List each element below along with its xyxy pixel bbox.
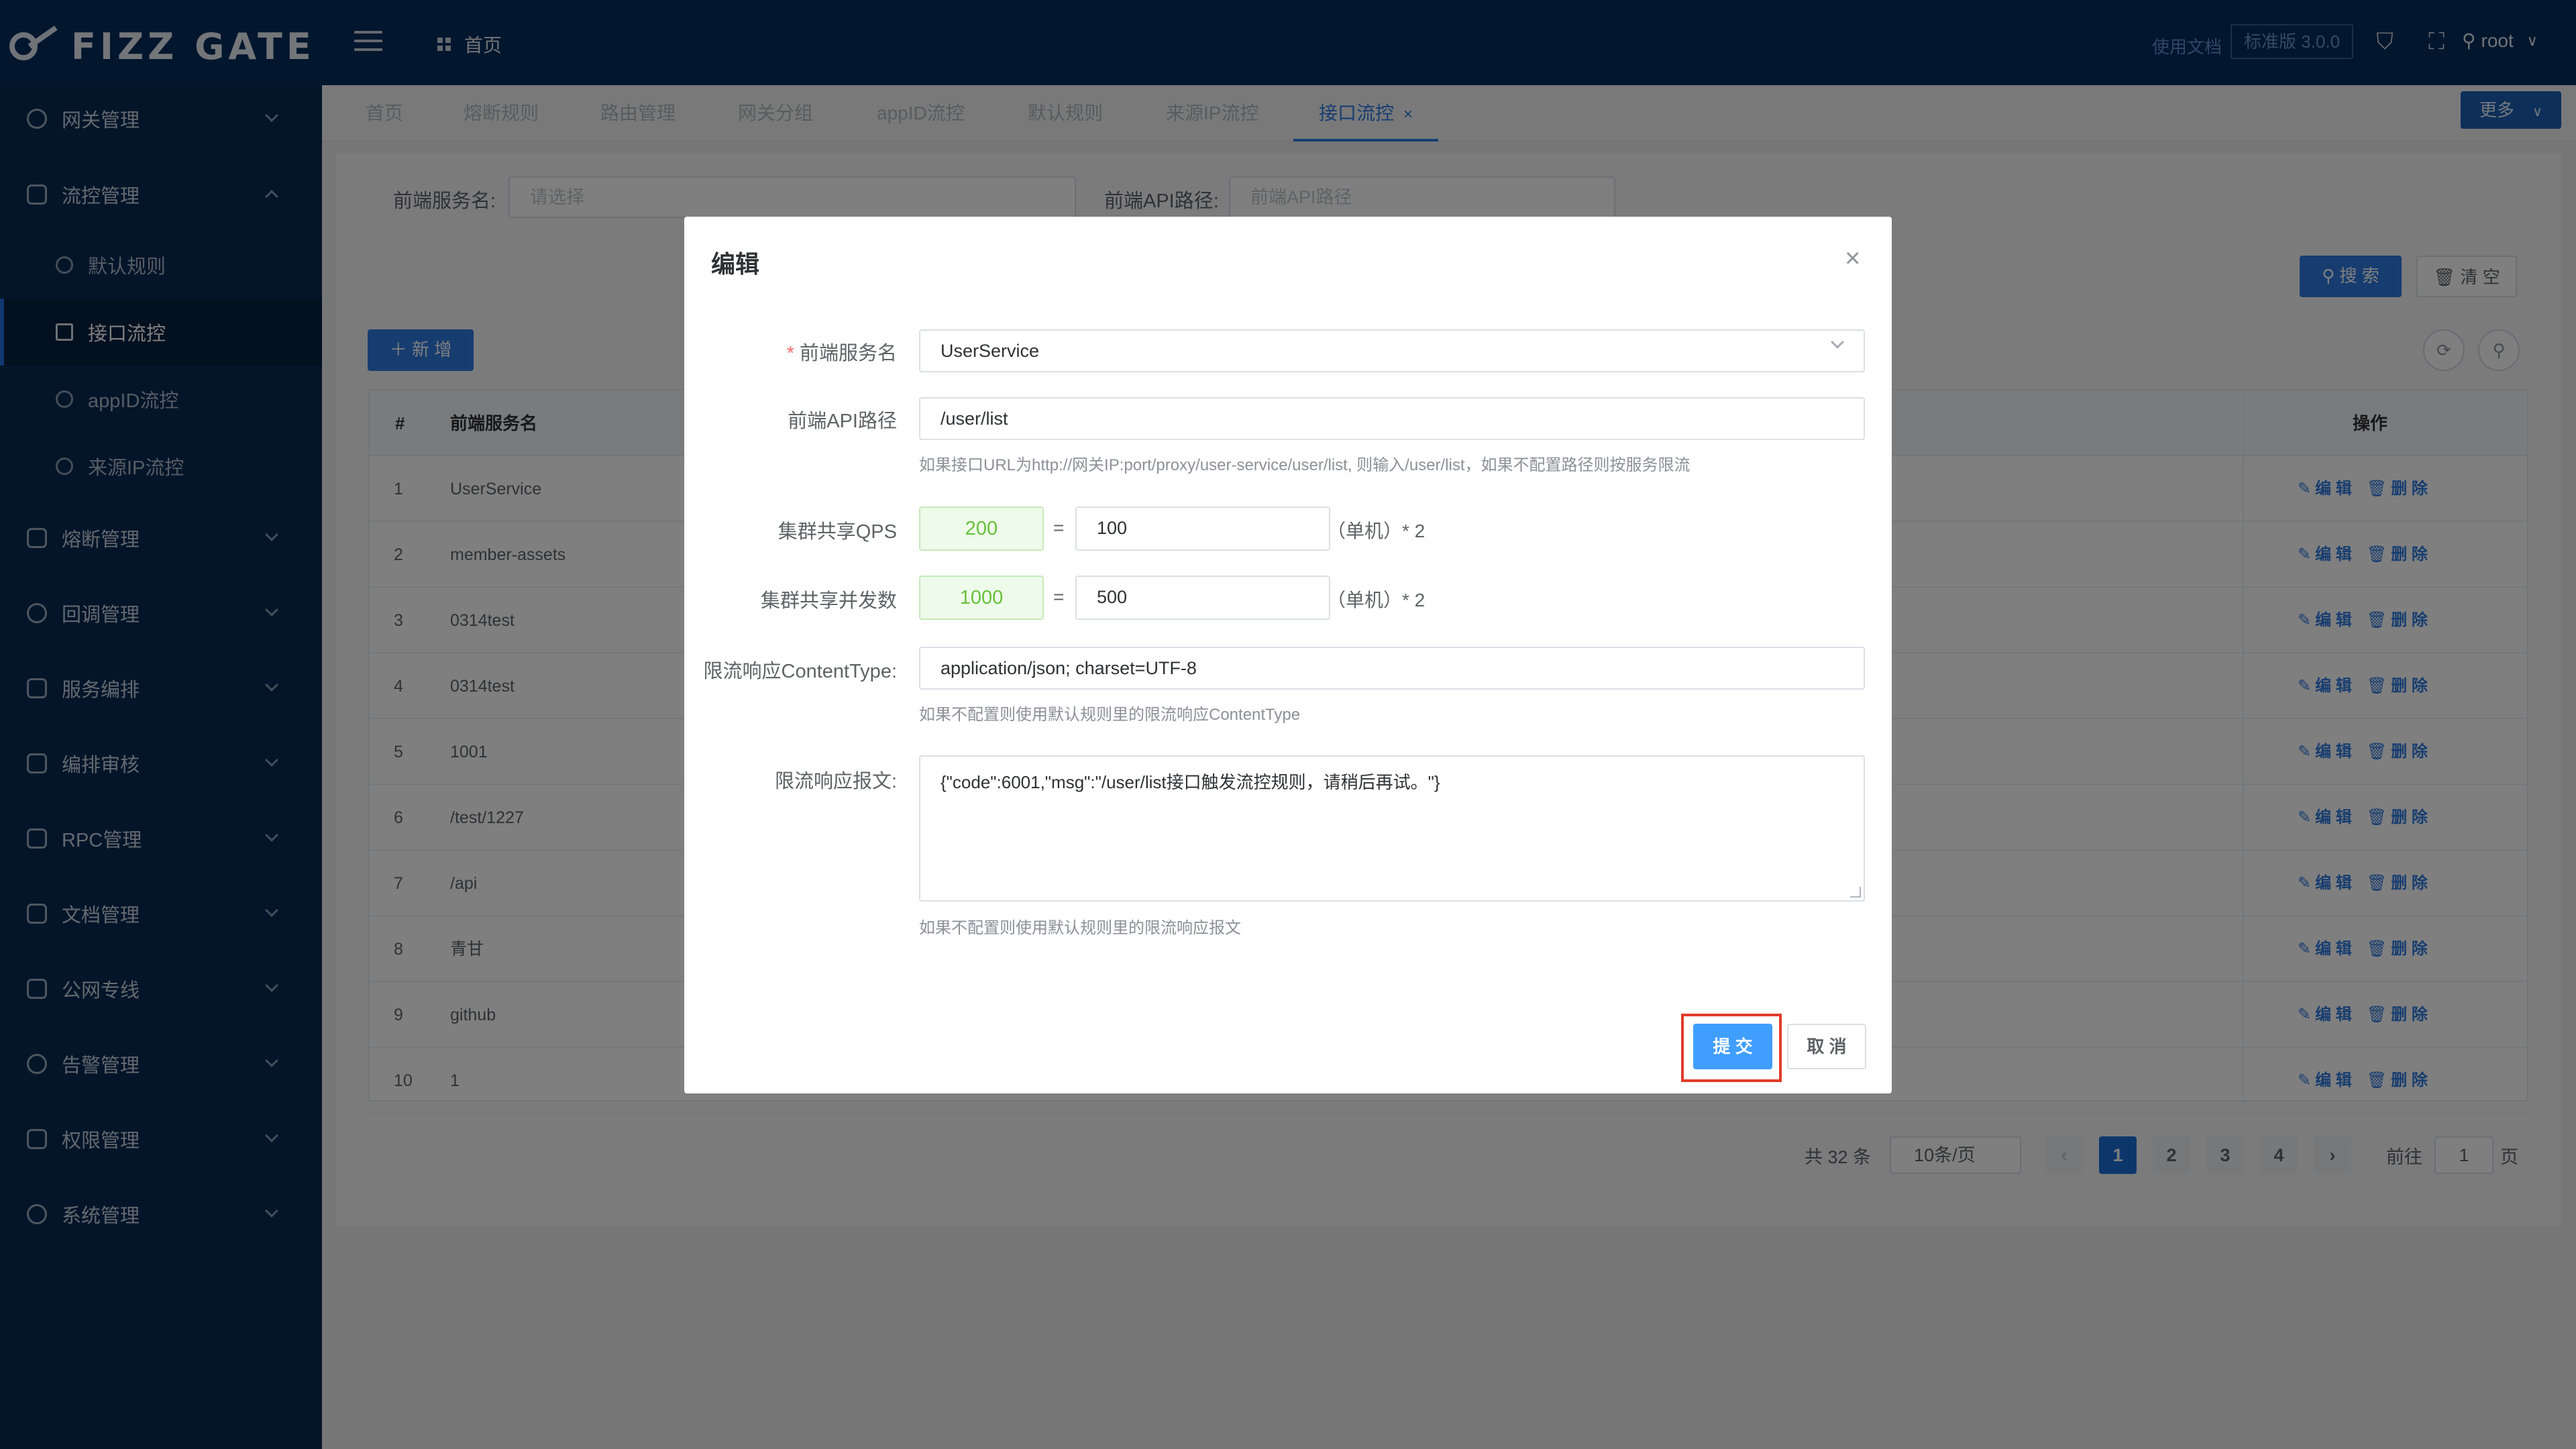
dialog-title: 编辑 [711,250,760,278]
qps-single-input[interactable]: 100 [1075,506,1330,551]
qps-total-value: 200 [919,506,1044,551]
concurrency-equals: = [1053,586,1065,607]
service-select[interactable]: UserService [919,329,1865,372]
close-icon[interactable]: × [1845,244,1860,274]
concurrency-label: 集群共享并发数 [760,590,897,612]
response-body-text: {"code":6001,"msg":"/user/list接口触发流控规则，请… [941,772,1440,792]
concurrency-single-input[interactable]: 500 [1075,576,1330,620]
edit-dialog: 编辑 × * 前端服务名 UserService 前端API路径 /user/li… [684,217,1892,1093]
response-body-textarea[interactable]: {"code":6001,"msg":"/user/list接口触发流控规则，请… [919,755,1865,902]
api-path-input[interactable]: /user/list [919,397,1865,440]
qps-equals: = [1053,517,1065,538]
response-body-label: 限流响应报文: [774,771,897,792]
api-path-hint: 如果接口URL为http://网关IP:port/proxy/user-serv… [919,456,1690,474]
qps-unit: （单机）* 2 [1327,521,1426,541]
concurrency-total-value: 1000 [919,576,1044,620]
response-body-hint: 如果不配置则使用默认规则里的限流响应报文 [919,919,1241,937]
submit-button[interactable]: 提 交 [1693,1024,1772,1069]
content-type-label: 限流响应ContentType: [703,661,898,682]
content-type-hint: 如果不配置则使用默认规则里的限流响应ContentType [919,706,1301,724]
content-type-input[interactable]: application/json; charset=UTF-8 [919,647,1865,690]
api-path-label: 前端API路径 [788,411,897,432]
service-field-label: * 前端服务名 [786,343,897,364]
concurrency-unit: （单机）* 2 [1327,590,1426,610]
resize-handle-icon[interactable] [1850,887,1861,898]
qps-label: 集群共享QPS [777,521,897,543]
cancel-button[interactable]: 取 消 [1787,1024,1866,1069]
